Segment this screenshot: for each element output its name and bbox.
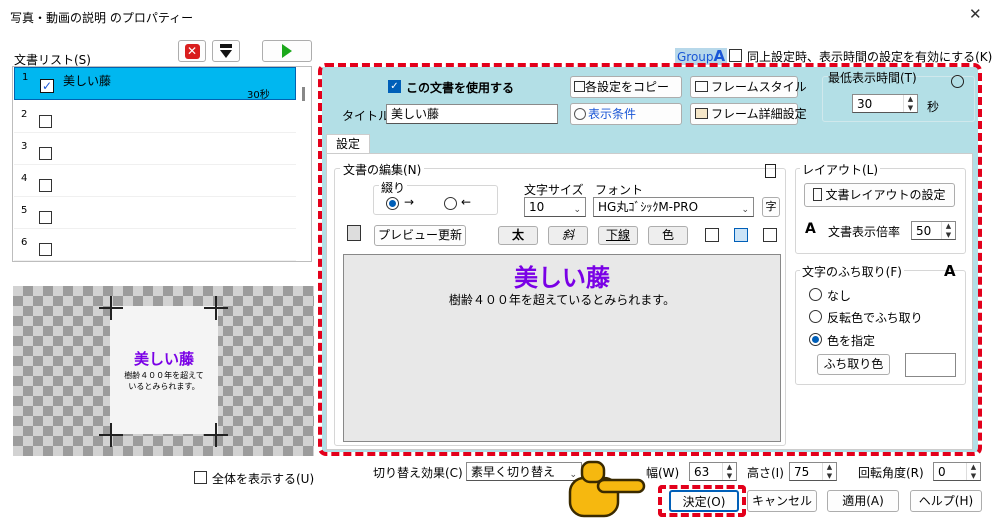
row-checkbox[interactable] bbox=[39, 179, 52, 192]
list-item[interactable]: 2 bbox=[14, 101, 296, 133]
show-all-label: 全体を表示する(U) bbox=[212, 472, 315, 486]
transition-label: 切り替え効果(C) bbox=[373, 466, 463, 480]
corner-mark-icon bbox=[99, 423, 123, 447]
row-duration: 30秒 bbox=[247, 90, 270, 101]
apply-button[interactable]: 適用(A) bbox=[827, 490, 899, 512]
corner-mark-icon bbox=[204, 423, 228, 447]
window-title: 写真・動画の説明 のプロパティー bbox=[10, 11, 194, 25]
list-item[interactable]: 4 bbox=[14, 165, 296, 197]
cancel-button[interactable]: キャンセル bbox=[747, 490, 817, 512]
list-item[interactable]: 3 bbox=[14, 133, 296, 165]
row-number: 5 bbox=[21, 205, 28, 216]
delete-button[interactable]: ✕ bbox=[178, 40, 206, 62]
list-item[interactable]: 5 bbox=[14, 197, 296, 229]
play-icon bbox=[282, 44, 292, 58]
delete-x-icon: ✕ bbox=[184, 44, 200, 59]
row-checkbox-checked[interactable]: ✓ bbox=[40, 79, 54, 93]
preview-body-2: いるとみられます。 bbox=[128, 382, 200, 391]
row-number: 6 bbox=[21, 237, 28, 248]
row-number: 1 bbox=[22, 72, 29, 83]
row-checkbox[interactable] bbox=[39, 147, 52, 160]
arrow-down-icon bbox=[220, 44, 232, 58]
row-number: 2 bbox=[21, 109, 28, 120]
height-input[interactable]: 75 ▲ ▼ bbox=[789, 462, 837, 481]
height-label: 高さ(I) bbox=[747, 466, 784, 480]
move-down-button[interactable] bbox=[212, 40, 240, 62]
doclist-scrollbar[interactable] bbox=[297, 67, 311, 261]
list-item[interactable]: 1 ✓ 美しい藤 30秒 bbox=[14, 67, 296, 101]
sync-time-checkbox[interactable] bbox=[729, 49, 742, 62]
row-checkbox[interactable] bbox=[39, 115, 52, 128]
corner-mark-icon bbox=[99, 296, 123, 320]
ok-highlight-frame bbox=[658, 485, 746, 517]
help-button[interactable]: ヘルプ(H) bbox=[910, 490, 982, 512]
highlight-frame bbox=[318, 63, 982, 456]
width-input[interactable]: 63 ▲ ▼ bbox=[689, 462, 737, 481]
close-icon[interactable]: ✕ bbox=[969, 5, 982, 23]
row-checkbox[interactable] bbox=[39, 211, 52, 224]
row-name: 美しい藤 bbox=[63, 74, 112, 88]
group-badge-text: Group bbox=[677, 50, 714, 64]
rotation-label: 回転角度(R) bbox=[858, 466, 924, 480]
width-label: 幅(W) bbox=[646, 466, 680, 480]
preview-title: 美しい藤 bbox=[133, 350, 194, 368]
list-item[interactable]: 6 bbox=[14, 229, 296, 261]
rotation-input[interactable]: 0 ▲ ▼ bbox=[933, 462, 981, 481]
play-button[interactable] bbox=[262, 40, 312, 62]
preview-page: 美しい藤 樹齢４００年を超えて いるとみられます。 bbox=[110, 306, 218, 434]
pointing-hand-icon bbox=[568, 460, 646, 518]
row-number: 4 bbox=[21, 173, 28, 184]
preview-body-1: 樹齢４００年を超えて bbox=[124, 371, 204, 380]
row-number: 3 bbox=[21, 141, 28, 152]
transition-select[interactable]: 素早く切り替え ⌄ bbox=[466, 462, 582, 481]
corner-mark-icon bbox=[204, 296, 228, 320]
row-checkbox[interactable] bbox=[39, 243, 52, 256]
show-all-checkbox[interactable] bbox=[194, 471, 207, 484]
